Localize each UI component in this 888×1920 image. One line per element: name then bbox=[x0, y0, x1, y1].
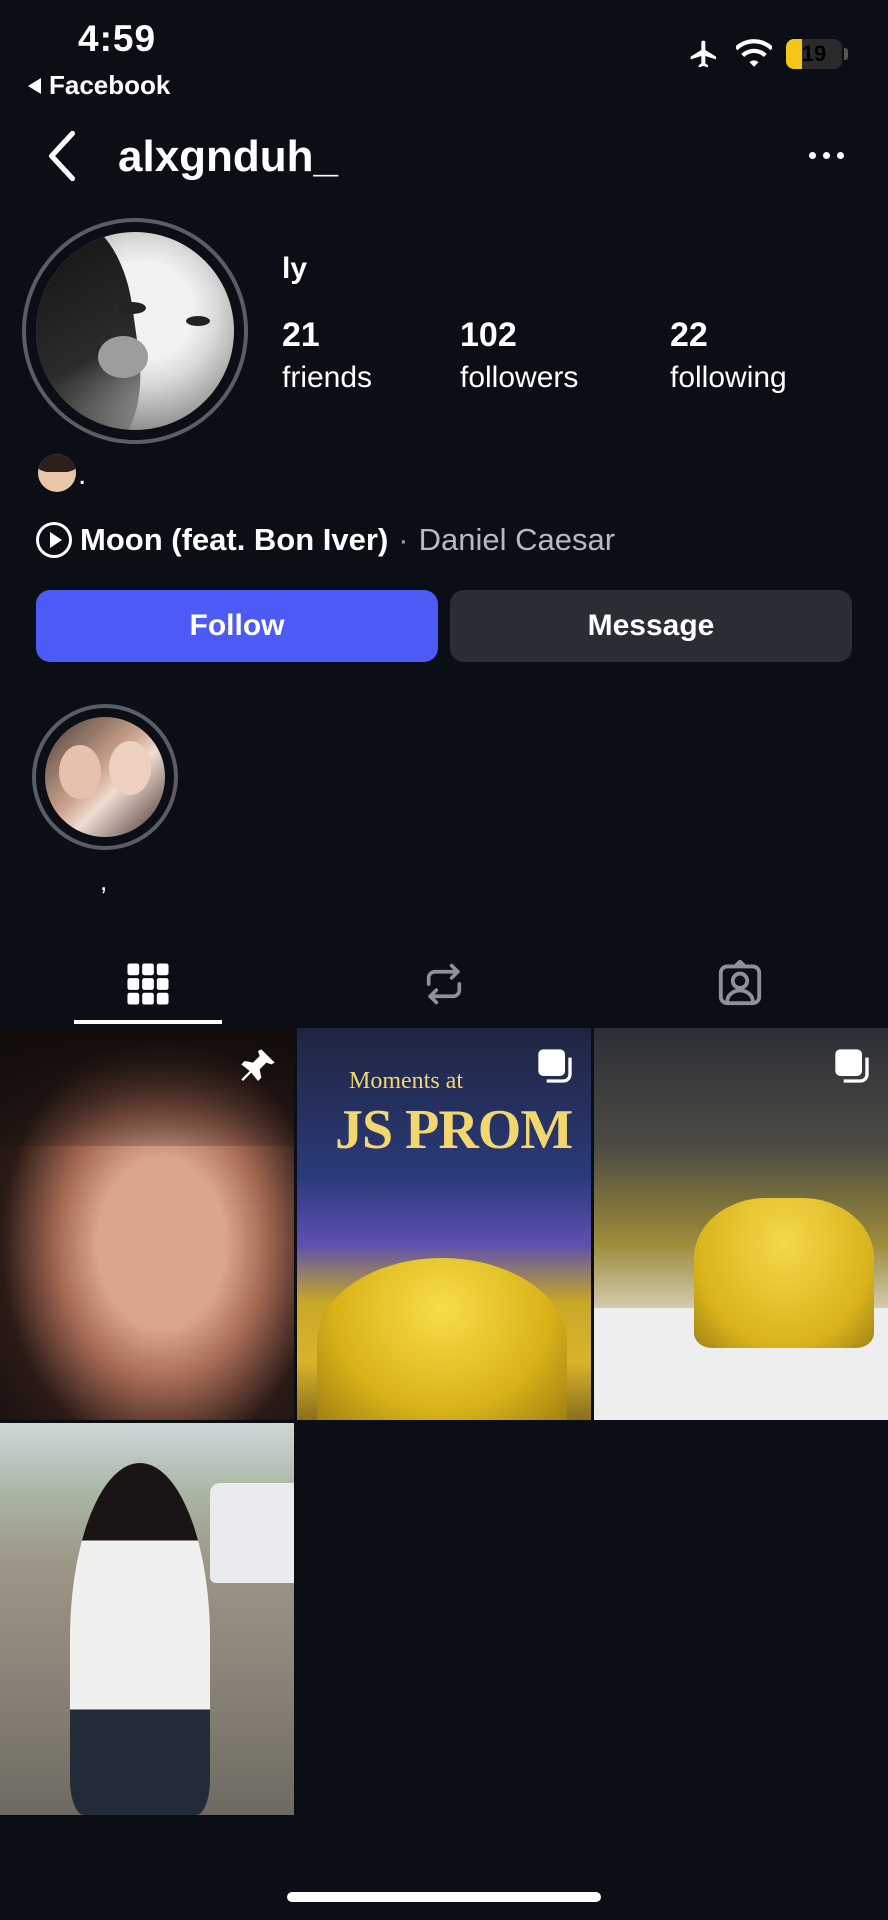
song-artist: Daniel Caesar bbox=[418, 522, 616, 557]
profile-username: alxgnduh_ bbox=[118, 132, 339, 181]
dot-icon bbox=[823, 152, 830, 159]
tagged-icon bbox=[718, 960, 762, 1006]
stat-following[interactable]: 22 following bbox=[670, 316, 787, 395]
tab-tagged[interactable] bbox=[592, 940, 888, 1028]
home-indicator[interactable] bbox=[287, 1892, 601, 1902]
back-to-app-button[interactable]: Facebook bbox=[28, 70, 170, 101]
bio-text: . bbox=[78, 458, 87, 491]
stat-label: friends bbox=[282, 361, 373, 394]
post-tile[interactable] bbox=[0, 1423, 294, 1815]
post-text-large: JS PROM bbox=[335, 1099, 573, 1161]
profile-avatar[interactable] bbox=[22, 218, 248, 444]
chevron-left-icon bbox=[48, 130, 75, 182]
more-options-button[interactable] bbox=[809, 152, 844, 159]
display-name: ly bbox=[282, 252, 308, 285]
wifi-icon bbox=[736, 39, 772, 67]
post-tile[interactable] bbox=[594, 1028, 888, 1420]
stat-count: 102 bbox=[460, 316, 517, 354]
avatar-image bbox=[36, 232, 234, 430]
pin-icon bbox=[241, 1049, 275, 1081]
reposts-icon bbox=[426, 963, 462, 1005]
bio: . bbox=[38, 454, 86, 492]
stat-followers[interactable]: 102 followers bbox=[460, 316, 578, 395]
song-title: Moon (feat. Bon Iver) bbox=[80, 522, 389, 557]
follow-button[interactable]: Follow bbox=[36, 590, 438, 662]
dot-icon bbox=[837, 152, 844, 159]
profile-music[interactable]: Moon (feat. Bon Iver) · Daniel Caesar bbox=[36, 522, 615, 558]
status-icons: 19 bbox=[686, 38, 848, 70]
battery-level: 19 bbox=[801, 41, 827, 66]
stat-count: 21 bbox=[282, 316, 320, 354]
post-text-small: Moments at bbox=[349, 1068, 463, 1094]
active-tab-indicator bbox=[74, 1020, 222, 1024]
play-icon bbox=[36, 522, 72, 558]
status-time: 4:59 bbox=[78, 18, 157, 59]
message-button[interactable]: Message bbox=[450, 590, 852, 662]
stat-friends[interactable]: 21 friends bbox=[282, 316, 372, 395]
stat-count: 22 bbox=[670, 316, 708, 354]
highlight-label: , bbox=[100, 866, 108, 896]
back-triangle-icon bbox=[28, 77, 41, 94]
carousel-icon bbox=[835, 1049, 869, 1083]
carousel-icon bbox=[538, 1049, 572, 1083]
battery-icon: 19 bbox=[786, 39, 842, 69]
post-tile[interactable] bbox=[0, 1028, 294, 1420]
tab-reposts[interactable] bbox=[296, 940, 592, 1028]
woman-face-emoji-icon bbox=[38, 454, 76, 492]
back-button[interactable] bbox=[44, 130, 80, 187]
back-app-label: Facebook bbox=[49, 70, 171, 100]
music-separator: · bbox=[398, 522, 409, 557]
story-highlight[interactable] bbox=[32, 704, 178, 850]
stat-label: followers bbox=[460, 361, 579, 394]
airplane-icon bbox=[690, 40, 716, 68]
grid-icon bbox=[127, 963, 169, 1005]
dot-icon bbox=[809, 152, 816, 159]
post-tile[interactable]: Moments at JS PROM bbox=[297, 1028, 591, 1420]
highlight-image bbox=[45, 717, 165, 837]
stat-label: following bbox=[670, 361, 787, 394]
profile-tabs bbox=[0, 940, 888, 1028]
tab-posts[interactable] bbox=[0, 940, 296, 1028]
